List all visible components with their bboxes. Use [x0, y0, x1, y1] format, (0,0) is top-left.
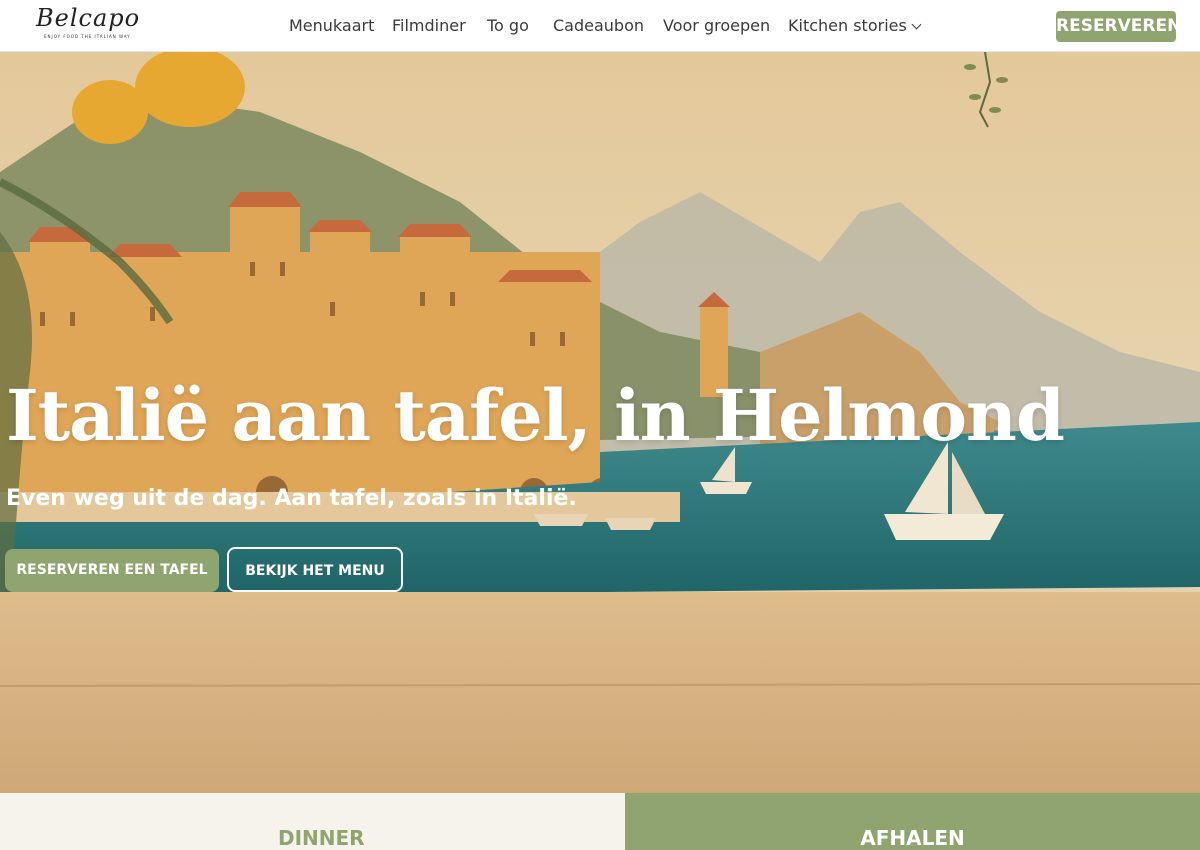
nav-item-filmdiner[interactable]: Filmdiner	[392, 0, 466, 52]
tab-afhalen-label: AFHALEN	[860, 826, 965, 850]
tab-dinner-label: DINNER	[278, 826, 365, 850]
tab-afhalen[interactable]: AFHALEN	[625, 793, 1200, 850]
logo-wordmark: Belcapo	[36, 4, 141, 32]
tab-dinner[interactable]: DINNER	[0, 793, 625, 850]
site-header: Belcapo ENJOY FOOD THE ITALIAN WAY Menuk…	[0, 0, 1200, 52]
nav-item-kitchen-stories-label: Kitchen stories	[788, 16, 907, 35]
hero-section: Italië aan tafel, in Helmond Even weg ui…	[0, 52, 1200, 793]
logo[interactable]: Belcapo ENJOY FOOD THE ITALIAN WAY	[36, 4, 162, 44]
nav-item-menukaart[interactable]: Menukaart	[289, 0, 374, 52]
reserve-button[interactable]: RESERVEREN	[1056, 11, 1181, 42]
nav-item-voor-groepen[interactable]: Voor groepen	[663, 0, 770, 52]
reserve-table-button[interactable]: RESERVEREN EEN TAFEL	[5, 549, 219, 592]
nav-item-to-go[interactable]: To go	[487, 0, 529, 52]
logo-tagline: ENJOY FOOD THE ITALIAN WAY	[44, 34, 131, 39]
nav-item-cadeaubon[interactable]: Cadeaubon	[553, 0, 644, 52]
view-menu-button[interactable]: BEKIJK HET MENU	[227, 547, 403, 592]
chevron-down-icon	[911, 19, 922, 30]
hero-subtitle: Even weg uit de dag. Aan tafel, zoals in…	[6, 486, 577, 511]
hero-title: Italië aan tafel, in Helmond	[6, 374, 1065, 457]
nav-item-kitchen-stories[interactable]: Kitchen stories	[788, 0, 922, 52]
